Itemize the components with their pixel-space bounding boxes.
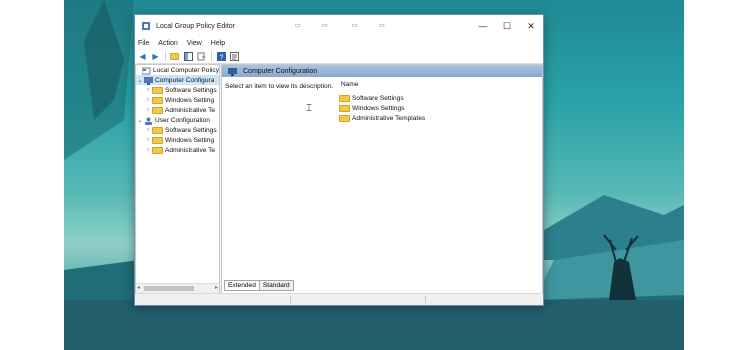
tree-node-administrative-templates[interactable]: › Administrative Te — [136, 145, 219, 155]
details-header: Computer Configuration — [222, 65, 542, 77]
close-button[interactable]: ✕ — [519, 15, 543, 37]
menu-help[interactable]: Help — [211, 40, 225, 47]
policy-editor-icon — [141, 21, 151, 31]
folder-icon — [339, 104, 350, 112]
tree-label: Software Settings — [165, 86, 217, 94]
title-toolbar-icon: ▭ — [295, 23, 301, 29]
chevron-right-icon[interactable]: › — [144, 87, 152, 93]
folder-icon — [152, 146, 163, 154]
chevron-right-icon[interactable]: › — [144, 137, 152, 143]
status-bar — [135, 293, 543, 305]
description-text: Select an item to view its description. — [225, 83, 334, 90]
chevron-right-icon[interactable]: › — [144, 127, 152, 133]
properties-icon[interactable] — [229, 51, 240, 62]
chevron-right-icon[interactable]: › — [144, 147, 152, 153]
show-hide-tree-icon[interactable] — [183, 51, 194, 62]
column-header-name[interactable]: Name — [339, 81, 425, 92]
tree-label: User Configuration — [155, 116, 210, 124]
computer-icon — [144, 76, 153, 85]
list-item-label: Windows Settings — [352, 104, 405, 112]
tree-label: Local Computer Policy — [153, 66, 219, 74]
scroll-left-icon[interactable]: ◂ — [137, 284, 140, 291]
folder-icon — [152, 126, 163, 134]
chevron-down-icon[interactable]: ⌄ — [136, 77, 144, 84]
view-tabs: Extended Standard — [224, 280, 294, 291]
menu-view[interactable]: View — [187, 40, 202, 47]
chevron-right-icon[interactable]: › — [144, 107, 152, 113]
scroll-right-icon[interactable]: ▸ — [215, 284, 218, 291]
toolbar-divider — [211, 51, 212, 61]
horizontal-scrollbar[interactable]: ◂ ▸ — [136, 283, 219, 293]
tree-node-software-settings[interactable]: › Software Settings — [136, 85, 219, 95]
status-divider — [425, 296, 426, 303]
items-list: Name Software Settings Windows Settings … — [339, 81, 425, 123]
tree-label: Administrative Te — [165, 146, 216, 154]
chevron-right-icon[interactable]: › — [144, 97, 152, 103]
tab-standard[interactable]: Standard — [258, 280, 294, 291]
list-item[interactable]: Windows Settings — [339, 103, 425, 113]
menu-bar: File Action View Help — [135, 37, 543, 49]
menu-file[interactable]: File — [138, 40, 149, 47]
folder-icon — [152, 136, 163, 144]
details-pane: Computer Configuration Select an item to… — [221, 64, 543, 294]
folder-icon — [152, 106, 163, 114]
maximize-button[interactable]: ☐ — [495, 15, 519, 37]
content-area: Local Computer Policy ⌄ Computer Configu… — [135, 64, 543, 294]
folder-icon — [152, 86, 163, 94]
folder-icon — [339, 114, 350, 122]
tree-node-windows-settings[interactable]: › Windows Setting — [136, 135, 219, 145]
export-list-icon[interactable] — [196, 51, 207, 62]
title-toolbar-icon: ▭ — [352, 23, 358, 29]
title-bar[interactable]: Local Group Policy Editor ▭ ▭ ▭ ▭ — ☐ ✕ — [135, 15, 543, 37]
tree-label: Administrative Te — [165, 106, 216, 114]
toolbar-divider — [165, 51, 166, 61]
tree-node-windows-settings[interactable]: › Windows Setting — [136, 95, 219, 105]
tab-extended[interactable]: Extended — [224, 280, 260, 291]
list-item[interactable]: Software Settings — [339, 93, 425, 103]
tree-node-computer-configuration[interactable]: ⌄ Computer Configura — [136, 75, 219, 85]
help-icon[interactable]: ? — [216, 51, 227, 62]
list-item[interactable]: Administrative Templates — [339, 113, 425, 123]
mouse-cursor-icon: ⌶ — [306, 103, 312, 114]
folder-icon — [152, 96, 163, 104]
svg-text:?: ? — [220, 54, 224, 61]
up-folder-icon[interactable] — [170, 51, 181, 62]
back-arrow-icon[interactable]: ◀ — [137, 51, 148, 62]
user-icon — [144, 117, 153, 125]
folder-icon — [339, 94, 350, 102]
list-item-label: Software Settings — [352, 94, 404, 102]
status-divider — [290, 296, 291, 303]
navigation-tree: Local Computer Policy ⌄ Computer Configu… — [135, 64, 220, 294]
list-item-label: Administrative Templates — [352, 114, 426, 122]
tree-label: Software Settings — [165, 126, 217, 134]
policy-icon — [141, 67, 151, 74]
window-title: Local Group Policy Editor — [156, 22, 235, 30]
title-toolbar-icon: ▭ — [379, 23, 385, 29]
toolbar: ◀ ▶ ? — [135, 49, 543, 64]
tree-label: Windows Setting — [165, 96, 215, 104]
tree-node-administrative-templates[interactable]: › Administrative Te — [136, 105, 219, 115]
menu-action[interactable]: Action — [158, 40, 177, 47]
minimize-button[interactable]: — — [471, 15, 495, 37]
title-toolbar-icon: ▭ — [322, 23, 328, 29]
chevron-down-icon[interactable]: ⌄ — [136, 117, 144, 124]
tree-label: Windows Setting — [165, 136, 215, 144]
tree-node-software-settings[interactable]: › Software Settings — [136, 125, 219, 135]
scrollbar-thumb[interactable] — [144, 286, 194, 291]
computer-icon — [228, 67, 237, 76]
group-policy-editor-window: Local Group Policy Editor ▭ ▭ ▭ ▭ — ☐ ✕ … — [134, 14, 544, 306]
details-header-title: Computer Configuration — [243, 67, 318, 75]
desktop-background: Local Group Policy Editor ▭ ▭ ▭ ▭ — ☐ ✕ … — [64, 0, 684, 350]
tree-node-root[interactable]: Local Computer Policy — [136, 65, 219, 75]
tree-label: Computer Configura — [155, 76, 215, 84]
forward-arrow-icon[interactable]: ▶ — [150, 51, 161, 62]
tree-node-user-configuration[interactable]: ⌄ User Configuration — [136, 115, 219, 125]
